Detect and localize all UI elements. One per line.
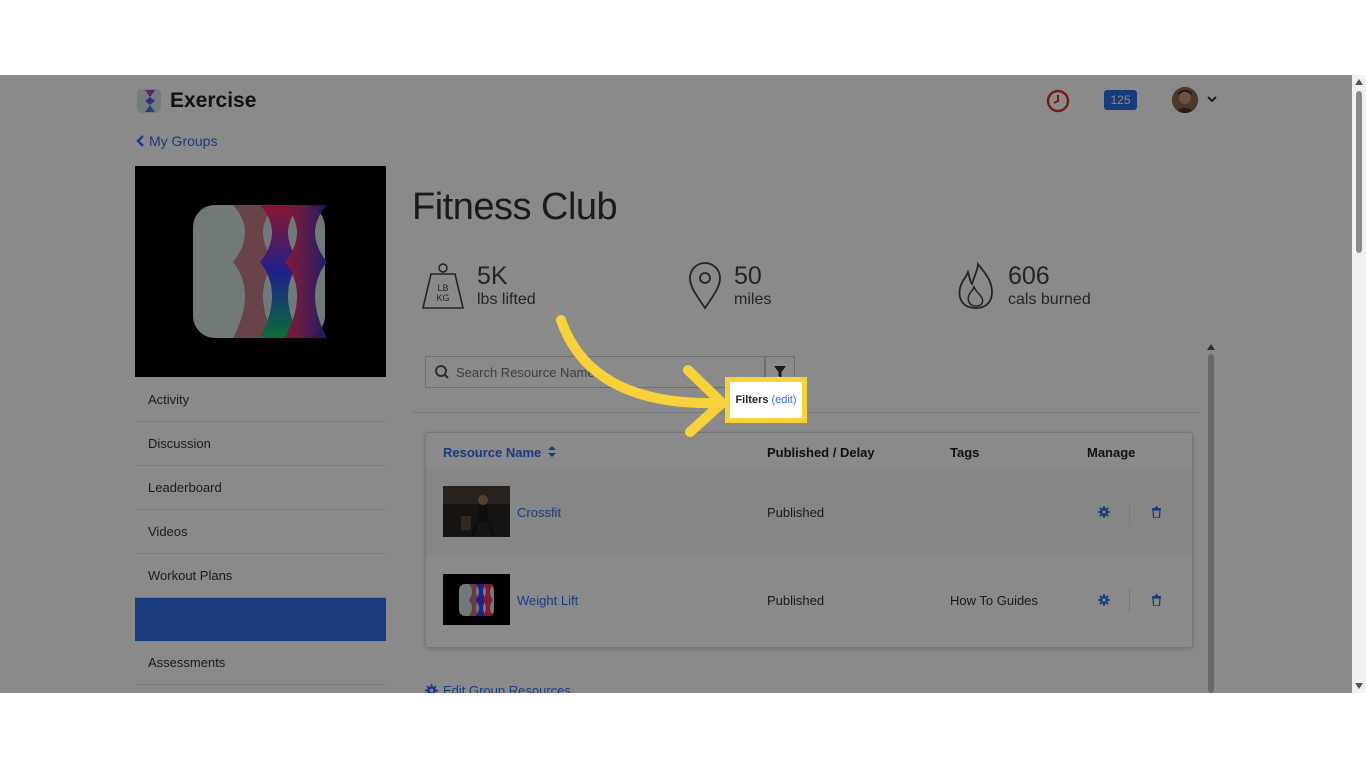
app-window: Exercise 125 My Groups Activity Discussi… bbox=[0, 75, 1366, 693]
scroll-up-arrow[interactable] bbox=[1355, 79, 1363, 85]
scroll-thumb[interactable] bbox=[1356, 91, 1362, 253]
scroll-down-arrow[interactable] bbox=[1355, 683, 1363, 689]
tutorial-arrow bbox=[556, 315, 727, 437]
page-scrollbar[interactable] bbox=[1352, 75, 1366, 693]
